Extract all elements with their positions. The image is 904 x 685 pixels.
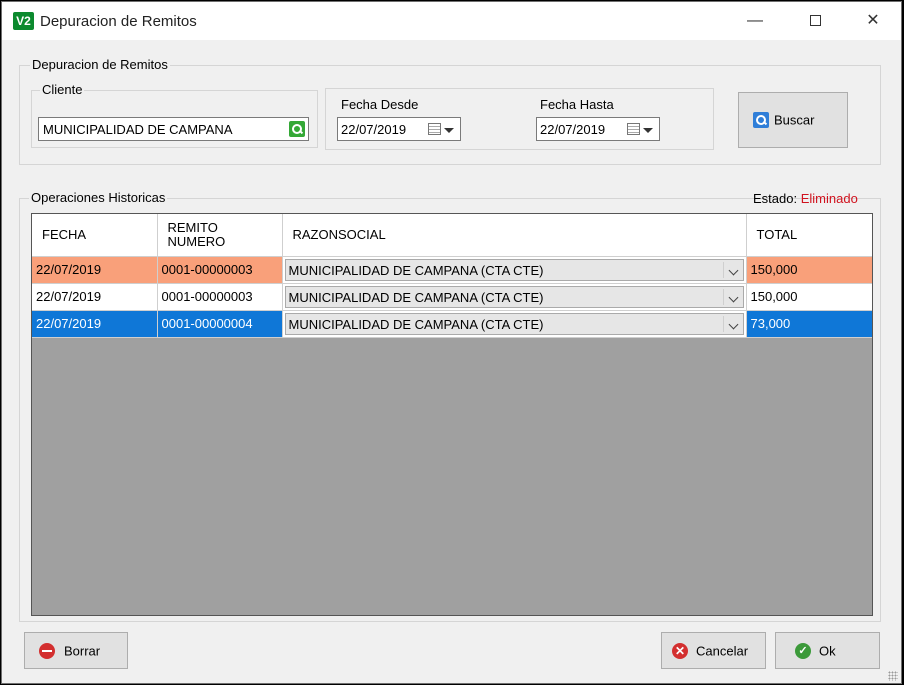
- cell-remito[interactable]: 0001-00000003: [157, 283, 283, 311]
- fecha-hasta-value: 22/07/2019: [540, 122, 606, 137]
- cliente-groupbox: Cliente MUNICIPALIDAD DE CAMPANA: [31, 82, 318, 148]
- cell-razonsocial[interactable]: MUNICIPALIDAD DE CAMPANA (CTA CTE): [282, 283, 747, 311]
- minimize-button[interactable]: —: [732, 2, 778, 40]
- borrar-label: Borrar: [64, 643, 101, 658]
- minus-circle-icon: [39, 642, 55, 659]
- cell-fecha[interactable]: 22/07/2019: [32, 256, 158, 284]
- cell-total[interactable]: 150,000: [746, 283, 872, 311]
- razonsocial-value: MUNICIPALIDAD DE CAMPANA (CTA CTE): [288, 262, 544, 278]
- chevron-down-icon: [728, 292, 738, 302]
- grid-header-row: FECHA REMITO NUMERO RAZONSOCIAL TOTAL: [32, 214, 872, 257]
- operaciones-grid[interactable]: FECHA REMITO NUMERO RAZONSOCIAL TOTAL 22/…: [31, 213, 873, 616]
- fecha-desde-picker[interactable]: 22/07/2019: [337, 117, 461, 141]
- cancelar-label: Cancelar: [696, 643, 749, 658]
- fecha-desde-value: 22/07/2019: [341, 122, 407, 137]
- fecha-desde-label: Fecha Desde: [341, 97, 419, 112]
- maximize-button[interactable]: [792, 2, 838, 40]
- maximize-icon: [809, 15, 821, 27]
- table-row[interactable]: 22/07/2019 0001-00000003 MUNICIPALIDAD DE …: [32, 256, 872, 284]
- estado-indicator: Estado: Eliminado: [753, 191, 858, 206]
- razonsocial-combo[interactable]: MUNICIPALIDAD DE CAMPANA (CTA CTE): [284, 258, 744, 281]
- ok-button[interactable]: ✓ Ok: [775, 632, 880, 669]
- cliente-input[interactable]: MUNICIPALIDAD DE CAMPANA: [38, 117, 309, 141]
- ok-label: Ok: [819, 643, 836, 658]
- chevron-down-icon: [728, 265, 738, 275]
- dropdown-arrow-icon: [444, 128, 454, 133]
- razonsocial-combo[interactable]: MUNICIPALIDAD DE CAMPANA (CTA CTE): [284, 312, 744, 335]
- razonsocial-value: MUNICIPALIDAD DE CAMPANA (CTA CTE): [288, 289, 544, 305]
- depuracion-groupbox: Depuracion de Remitos Cliente MUNICIPALI…: [19, 57, 881, 165]
- title-bar: V2 Depuracion de Remitos — ✕: [2, 2, 901, 40]
- combo-separator: [722, 261, 724, 278]
- column-header-total[interactable]: TOTAL: [746, 214, 872, 257]
- cell-total[interactable]: 73,000: [746, 310, 872, 338]
- combo-separator: [722, 288, 724, 305]
- resize-grip[interactable]: [888, 671, 898, 681]
- cell-razonsocial[interactable]: MUNICIPALIDAD DE CAMPANA (CTA CTE): [282, 256, 747, 284]
- cell-fecha[interactable]: 22/07/2019: [32, 283, 158, 311]
- search-icon: [753, 112, 769, 128]
- column-header-remito[interactable]: REMITO NUMERO: [157, 214, 283, 257]
- cancelar-button[interactable]: ✕ Cancelar: [661, 632, 766, 669]
- cell-remito[interactable]: 0001-00000003: [157, 256, 283, 284]
- cell-remito[interactable]: 0001-00000004: [157, 310, 283, 338]
- calendar-icon: [627, 123, 640, 135]
- close-button[interactable]: ✕: [850, 2, 896, 40]
- buscar-label: Buscar: [774, 112, 815, 128]
- fecha-hasta-label: Fecha Hasta: [540, 97, 614, 112]
- razonsocial-combo[interactable]: MUNICIPALIDAD DE CAMPANA (CTA CTE): [284, 285, 744, 308]
- estado-label: Estado:: [753, 191, 798, 206]
- cliente-search-icon[interactable]: [289, 121, 305, 137]
- table-row[interactable]: 22/07/2019 0001-00000003 MUNICIPALIDAD DE …: [32, 283, 872, 311]
- calendar-icon: [428, 123, 441, 135]
- cell-total[interactable]: 150,000: [746, 256, 872, 284]
- check-circle-icon: ✓: [795, 642, 811, 659]
- combo-separator: [722, 315, 724, 332]
- remito-header-label: REMITO NUMERO: [167, 219, 226, 249]
- column-header-fecha[interactable]: FECHA: [32, 214, 158, 257]
- buscar-button[interactable]: Buscar: [738, 92, 848, 148]
- column-header-razonsocial[interactable]: RAZONSOCIAL: [282, 214, 747, 257]
- depuracion-window: V2 Depuracion de Remitos — ✕ Depuracion …: [1, 1, 902, 684]
- operaciones-group-title: Operaciones Historicas: [29, 190, 168, 205]
- cell-fecha[interactable]: 22/07/2019: [32, 310, 158, 338]
- cell-razonsocial[interactable]: MUNICIPALIDAD DE CAMPANA (CTA CTE): [282, 310, 747, 338]
- chevron-down-icon: [728, 319, 738, 329]
- cancel-x-icon: ✕: [672, 642, 688, 659]
- cliente-group-title: Cliente: [40, 82, 85, 97]
- dropdown-arrow-icon: [643, 128, 653, 133]
- razonsocial-value: MUNICIPALIDAD DE CAMPANA (CTA CTE): [288, 316, 544, 332]
- borrar-button[interactable]: Borrar: [24, 632, 128, 669]
- window-title: Depuracion de Remitos: [40, 13, 197, 30]
- table-row[interactable]: 22/07/2019 0001-00000004 MUNICIPALIDAD DE …: [32, 310, 872, 338]
- estado-value: Eliminado: [800, 191, 858, 206]
- fechas-groupbox: Fecha Desde 22/07/2019 Fecha Hasta 22/07…: [325, 88, 714, 150]
- cliente-input-value: MUNICIPALIDAD DE CAMPANA: [43, 122, 233, 137]
- app-logo-icon: V2: [13, 12, 34, 30]
- fecha-hasta-picker[interactable]: 22/07/2019: [536, 117, 660, 141]
- depuracion-group-title: Depuracion de Remitos: [30, 57, 170, 72]
